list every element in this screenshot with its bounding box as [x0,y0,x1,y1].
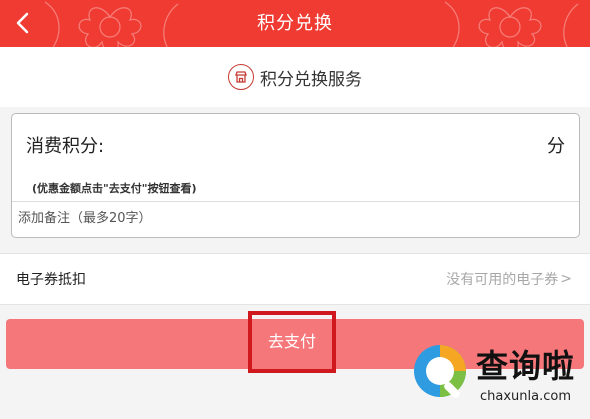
page-title: 积分兑换 [257,13,333,34]
watermark: 查询啦 chaxunla.com [410,337,586,415]
discount-hint: (优惠金额点击"去支付"按钮查看) [32,182,197,195]
voucher-status-text: 没有可用的电子券 [446,272,559,288]
points-label: 消费积分: [26,136,105,157]
divider [12,201,579,202]
top-nav-bar: 积分兑换 [0,0,590,47]
shop-icon [228,64,254,90]
watermark-en: chaxunla.com [480,389,571,404]
remark-input[interactable] [18,206,558,230]
voucher-deduction-row[interactable]: 电子券抵扣 没有可用的电子券 > [0,253,590,305]
voucher-status: 没有可用的电子券 > [446,269,572,289]
chevron-right-icon: > [560,271,572,287]
exchange-form-card: 消费积分: 分 (优惠金额点击"去支付"按钮查看) [11,113,580,238]
magnifier-logo-icon [414,345,466,398]
points-exchange-page: 积分兑换 积分兑换服务 消费积分: 分 (优惠金额点击"去支付"按钮查看) 电子… [0,0,590,419]
service-title: 积分兑换服务 [260,69,362,90]
points-unit: 分 [547,136,565,157]
service-title-row: 积分兑换服务 [0,47,590,107]
watermark-cn: 查询啦 [476,347,576,385]
voucher-label: 电子券抵扣 [16,272,86,288]
pay-button-label[interactable]: 去支付 [248,311,336,373]
